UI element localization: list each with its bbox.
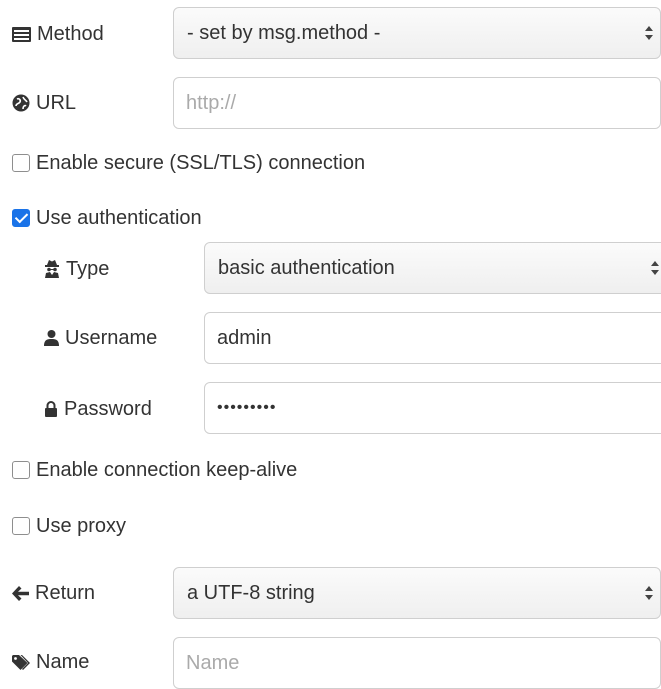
username-value: admin bbox=[217, 326, 272, 349]
return-label: Return bbox=[12, 579, 95, 607]
keepalive-label: Enable connection keep-alive bbox=[36, 458, 298, 481]
list-icon bbox=[12, 26, 31, 42]
user-icon bbox=[44, 330, 59, 346]
password-label: Password bbox=[44, 395, 152, 423]
select-arrows-icon bbox=[644, 25, 654, 41]
url-label: URL bbox=[12, 89, 76, 117]
name-label-text: Name bbox=[36, 650, 90, 673]
url-placeholder: http:// bbox=[186, 91, 237, 114]
method-label: Method bbox=[12, 20, 104, 48]
ssl-checkbox[interactable] bbox=[12, 154, 30, 172]
return-select[interactable]: a UTF-8 string bbox=[173, 567, 661, 619]
select-arrows-icon bbox=[644, 585, 654, 601]
auth-label: Use authentication bbox=[36, 206, 202, 229]
username-label-text: Username bbox=[65, 326, 158, 349]
password-value: ••••••••• bbox=[217, 399, 277, 416]
password-label-text: Password bbox=[64, 397, 152, 420]
auth-checkbox[interactable] bbox=[12, 209, 30, 227]
auth-type-value: basic authentication bbox=[218, 256, 395, 279]
proxy-checkbox[interactable] bbox=[12, 517, 30, 535]
username-label: Username bbox=[44, 324, 157, 352]
user-secret-icon bbox=[45, 260, 59, 278]
arrow-left-icon bbox=[12, 585, 29, 601]
method-label-text: Method bbox=[37, 22, 104, 45]
globe-icon bbox=[12, 94, 30, 112]
auth-type-select[interactable]: basic authentication bbox=[204, 242, 661, 294]
method-select[interactable]: - set by msg.method - bbox=[173, 7, 661, 59]
auth-checkbox-row[interactable]: Use authentication bbox=[12, 204, 202, 232]
auth-type-label: Type bbox=[44, 255, 109, 283]
auth-type-label-text: Type bbox=[66, 257, 110, 280]
keepalive-checkbox-row[interactable]: Enable connection keep-alive bbox=[12, 456, 297, 484]
method-select-value: - set by msg.method - bbox=[187, 21, 381, 44]
keepalive-checkbox[interactable] bbox=[12, 461, 30, 479]
return-select-value: a UTF-8 string bbox=[187, 581, 315, 604]
tag-icon bbox=[12, 654, 30, 670]
proxy-label: Use proxy bbox=[36, 514, 127, 537]
name-input[interactable]: Name bbox=[173, 637, 661, 689]
url-input[interactable]: http:// bbox=[173, 77, 661, 129]
proxy-checkbox-row[interactable]: Use proxy bbox=[12, 512, 126, 540]
password-input[interactable]: ••••••••• bbox=[204, 382, 661, 434]
ssl-checkbox-row[interactable]: Enable secure (SSL/TLS) connection bbox=[12, 149, 365, 177]
username-input[interactable]: admin bbox=[204, 312, 661, 364]
select-arrows-icon bbox=[650, 260, 660, 276]
url-label-text: URL bbox=[36, 91, 77, 114]
return-label-text: Return bbox=[35, 581, 96, 604]
name-placeholder: Name bbox=[186, 651, 240, 674]
ssl-label: Enable secure (SSL/TLS) connection bbox=[36, 151, 366, 174]
name-label: Name bbox=[12, 648, 89, 676]
lock-icon bbox=[45, 401, 57, 417]
